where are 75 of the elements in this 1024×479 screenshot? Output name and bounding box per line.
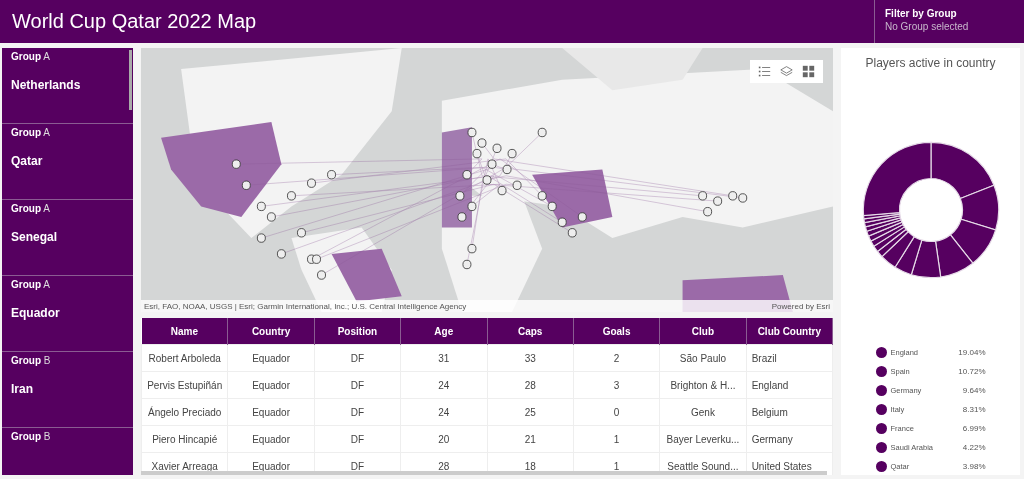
table-cell: DF xyxy=(314,344,401,372)
column-header[interactable]: Position xyxy=(314,318,401,345)
table-cell: 1 xyxy=(573,425,660,453)
table-cell: Piero Hincapié xyxy=(141,425,228,453)
table-cell: Belgium xyxy=(746,398,833,426)
table-cell: 0 xyxy=(573,398,660,426)
table-cell: Brighton & H... xyxy=(659,371,747,399)
team-list-item[interactable]: Group B Iran xyxy=(2,352,133,428)
table-cell: England xyxy=(746,371,833,399)
donut-slice[interactable] xyxy=(934,234,973,278)
table-cell: Bayer Leverku... xyxy=(659,425,747,453)
table-cell: São Paulo xyxy=(659,344,747,372)
table-cell: 20 xyxy=(400,425,487,453)
table-cell: 33 xyxy=(487,344,574,372)
table-cell: Germany xyxy=(746,425,833,453)
legend-value: 9.64% xyxy=(962,386,986,395)
legend-value: 6.99% xyxy=(962,424,986,433)
table-cell: 24 xyxy=(400,371,487,399)
donut-slice[interactable] xyxy=(910,239,941,279)
legend-value: 10.72% xyxy=(958,367,986,376)
column-header[interactable]: Club xyxy=(659,318,747,345)
legend-value: 19.04% xyxy=(958,348,986,357)
basemap-gallery-icon[interactable] xyxy=(802,65,815,78)
table-cell: 28 xyxy=(487,371,574,399)
table-cell: 25 xyxy=(487,398,574,426)
column-header[interactable]: Age xyxy=(400,318,487,345)
group-filter[interactable]: Filter by Group No Group selected xyxy=(874,0,1024,43)
donut-slice[interactable] xyxy=(959,184,999,231)
table-cell: Brazil xyxy=(746,344,833,372)
table-cell: Equador xyxy=(227,425,315,453)
column-header[interactable]: Caps xyxy=(487,318,574,345)
column-header[interactable]: Club Country xyxy=(746,318,833,345)
scrollbar[interactable] xyxy=(141,471,827,475)
team-list-item[interactable]: Group A Equador xyxy=(2,276,133,352)
legend-value: 4.22% xyxy=(962,443,986,452)
team-list-item[interactable]: Group B xyxy=(2,428,133,475)
legend-value: 3.98% xyxy=(962,462,986,471)
legend-dot xyxy=(875,347,887,358)
scrollbar[interactable] xyxy=(129,50,132,110)
table-cell: 21 xyxy=(487,425,574,453)
donut-slice[interactable] xyxy=(949,218,996,264)
legend-dot xyxy=(875,461,887,472)
table-cell: Equador xyxy=(227,344,315,372)
page-title: World Cup Qatar 2022 Map xyxy=(11,10,258,33)
table-cell: Pervis Estupiñán xyxy=(141,371,228,399)
powered-by-text: Powered by Esri xyxy=(771,301,830,311)
team-list-item[interactable]: Group A Qatar xyxy=(2,124,133,200)
table-cell: Equador xyxy=(227,371,315,399)
table-cell: Robert Arboleda xyxy=(141,344,228,372)
table-cell: 3 xyxy=(573,371,660,399)
team-list-item[interactable]: Group A Senegal xyxy=(2,200,133,276)
donut-slice[interactable] xyxy=(893,236,922,276)
table-cell: DF xyxy=(314,425,401,453)
chart-title: Players active in country xyxy=(865,56,996,70)
legend-dot xyxy=(875,366,887,377)
legend-dot xyxy=(875,404,887,415)
map[interactable]: Esri, FAO, NOAA, USGS | Esri; Garmin International, Inc.; U.S. Central Intelligence Agency Powered by Esri xyxy=(141,48,833,312)
legend-dot xyxy=(875,442,887,453)
column-header[interactable]: Name xyxy=(141,318,228,345)
table-cell: Genk xyxy=(659,398,747,426)
map-attribution: Esri, FAO, NOAA, USGS | Esri; Garmin International, Inc.; U.S. Central Intelligence Agency xyxy=(144,301,467,311)
table-cell: 2 xyxy=(573,344,660,372)
table-cell: 31 xyxy=(400,344,487,372)
table-cell: Equador xyxy=(227,398,315,426)
column-header[interactable]: Country xyxy=(227,318,315,345)
layers-icon[interactable] xyxy=(780,65,793,78)
column-header[interactable]: Goals xyxy=(573,318,660,345)
legend-icon[interactable] xyxy=(758,65,771,78)
legend-dot xyxy=(875,385,887,396)
table-cell: DF xyxy=(314,371,401,399)
table-cell: 24 xyxy=(400,398,487,426)
legend-value: 8.31% xyxy=(962,405,986,414)
legend-dot xyxy=(875,423,887,434)
table-cell: DF xyxy=(314,398,401,426)
table-cell: Ángelo Preciado xyxy=(141,398,228,426)
